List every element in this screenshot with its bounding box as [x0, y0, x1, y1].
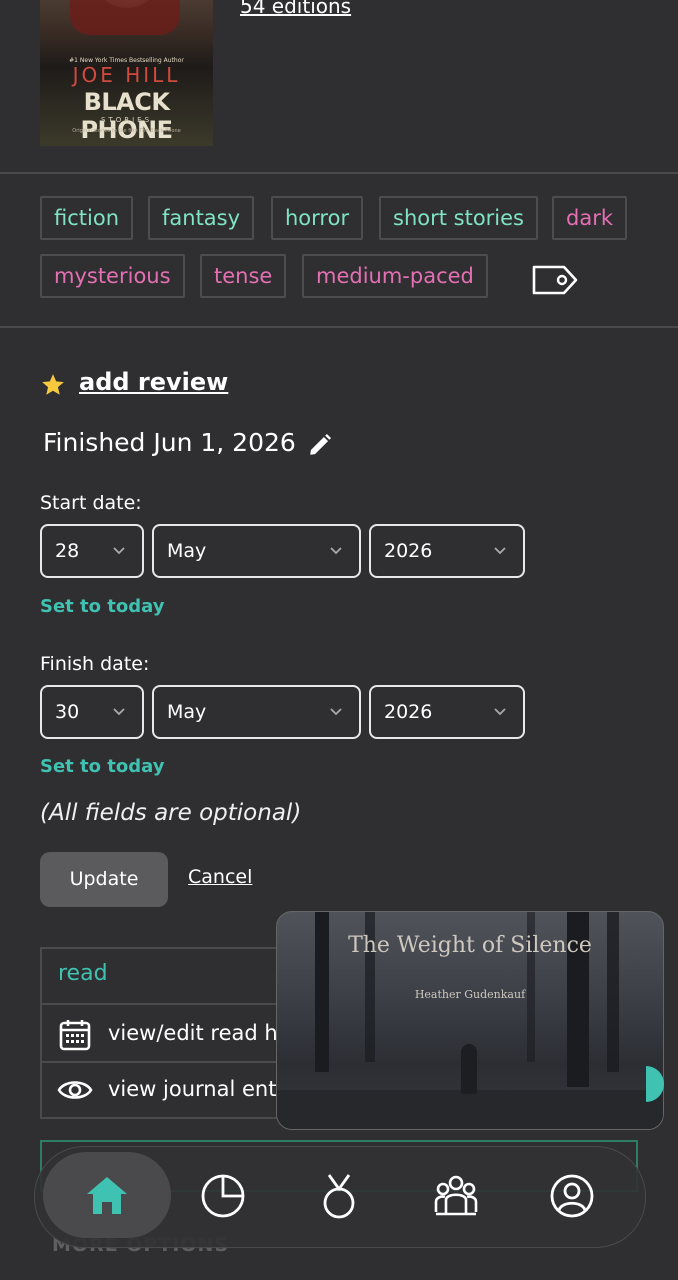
- tag-icon[interactable]: [531, 264, 579, 296]
- finish-day-value: 30: [55, 701, 80, 723]
- update-button[interactable]: Update: [40, 852, 168, 907]
- finished-date-heading: Finished Jun 1, 2026: [43, 428, 296, 457]
- start-set-today-link[interactable]: Set to today: [40, 596, 164, 617]
- mood-tag[interactable]: tense: [200, 254, 287, 298]
- star-icon: [42, 374, 64, 395]
- genre-tag[interactable]: short stories: [379, 196, 538, 240]
- chevron-down-icon: [113, 708, 125, 716]
- community-icon[interactable]: [432, 1172, 480, 1220]
- chevron-down-icon: [330, 547, 342, 555]
- stats-icon[interactable]: [199, 1172, 247, 1220]
- cover-art-scarf: [70, 0, 180, 35]
- video-figure: [461, 1044, 477, 1094]
- chevron-down-icon: [494, 547, 506, 555]
- eye-icon: [57, 1081, 93, 1099]
- cancel-link[interactable]: Cancel: [188, 866, 252, 888]
- start-date-label: Start date:: [40, 492, 142, 514]
- start-day-value: 28: [55, 540, 80, 562]
- start-month-value: May: [167, 540, 207, 562]
- home-icon[interactable]: [83, 1172, 131, 1220]
- finish-date-label: Finish date:: [40, 653, 150, 675]
- genre-tag[interactable]: horror: [271, 196, 364, 240]
- editions-link[interactable]: 54 editions: [240, 0, 351, 18]
- pencil-icon[interactable]: [307, 432, 333, 458]
- chevron-down-icon: [330, 708, 342, 716]
- chevron-down-icon: [113, 547, 125, 555]
- start-year-select[interactable]: 2026: [369, 524, 525, 578]
- finish-set-today-link[interactable]: Set to today: [40, 756, 164, 777]
- book-cover-image[interactable]: #1 New York Times Bestselling Author JOE…: [40, 0, 213, 146]
- video-title: The Weight of Silence: [348, 933, 592, 958]
- shelf-status-label: read: [58, 961, 108, 986]
- finish-day-select[interactable]: 30: [40, 685, 144, 739]
- cover-author: JOE HILL: [72, 63, 181, 87]
- optional-note: (All fields are optional): [40, 800, 302, 826]
- chevron-down-icon: [494, 708, 506, 716]
- start-month-select[interactable]: May: [152, 524, 361, 578]
- cover-note: Original stories to the film The Black P…: [72, 128, 181, 134]
- challenges-icon[interactable]: [315, 1172, 363, 1220]
- profile-icon[interactable]: [548, 1172, 596, 1220]
- start-day-select[interactable]: 28: [40, 524, 144, 578]
- calendar-icon: [59, 1020, 91, 1051]
- finish-year-select[interactable]: 2026: [369, 685, 525, 739]
- floating-video-player[interactable]: The Weight of Silence Heather Gudenkauf: [276, 911, 664, 1130]
- mood-tag[interactable]: dark: [552, 196, 627, 240]
- video-author: Heather Gudenkauf: [414, 988, 526, 1001]
- start-year-value: 2026: [384, 540, 433, 562]
- genre-tag[interactable]: fantasy: [148, 196, 255, 240]
- finish-month-value: May: [167, 701, 207, 723]
- cover-subtitle: STORIES: [100, 116, 153, 124]
- divider: [0, 172, 678, 174]
- finish-month-select[interactable]: May: [152, 685, 361, 739]
- view-edit-read-history-label: view/edit read h: [108, 1021, 278, 1045]
- view-journal-entries-label[interactable]: view journal ent: [108, 1077, 276, 1101]
- add-review-link[interactable]: add review: [79, 368, 228, 396]
- genre-tag[interactable]: fiction: [40, 196, 133, 240]
- mood-tag[interactable]: medium-paced: [302, 254, 488, 298]
- divider: [0, 326, 678, 328]
- mood-tag[interactable]: mysterious: [40, 254, 185, 298]
- finish-year-value: 2026: [384, 701, 433, 723]
- video-ground: [277, 1090, 663, 1129]
